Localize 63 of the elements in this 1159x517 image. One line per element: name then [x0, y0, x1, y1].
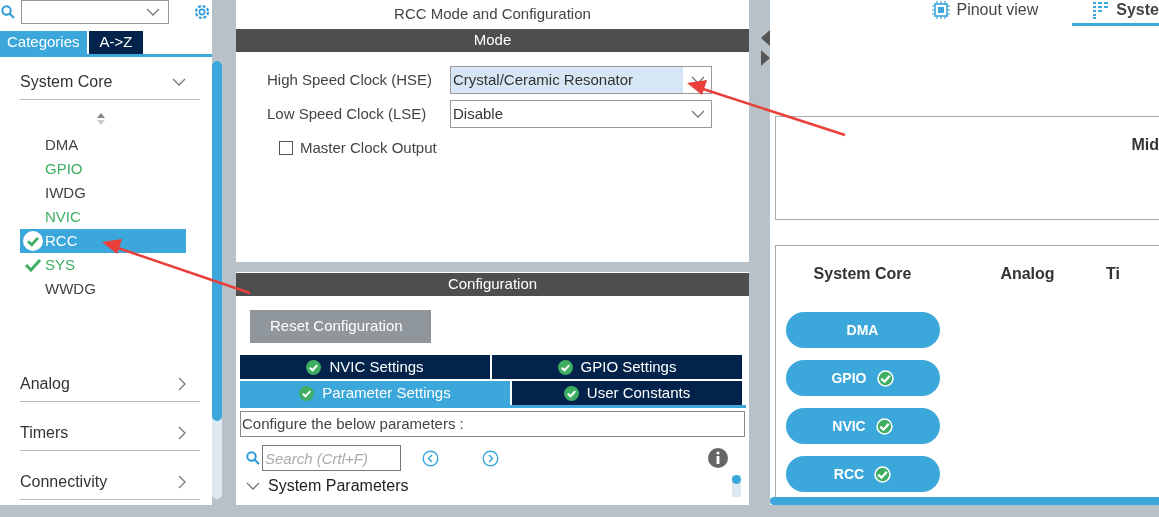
group-header[interactable]: System Parameters — [246, 475, 426, 497]
description-field: Configure the below parameters : — [240, 411, 745, 437]
chevron-down-icon — [172, 78, 186, 86]
category-label: Analog — [20, 374, 70, 394]
column-title: Ti — [1106, 264, 1120, 284]
next-icon[interactable] — [482, 449, 499, 467]
check-circle-icon — [299, 385, 315, 401]
dropdown-field[interactable]: Crystal/Ceramic Resonator — [450, 66, 712, 94]
group-label: System Parameters — [268, 476, 409, 496]
scrollbar[interactable] — [732, 475, 741, 497]
check-circle-icon — [876, 369, 894, 387]
chevron-right-icon — [178, 377, 186, 391]
check-circle-icon — [306, 359, 322, 375]
checkbox[interactable] — [279, 141, 293, 155]
category-header[interactable]: Analog — [20, 353, 200, 402]
view-tab[interactable]: Pinout view — [932, 0, 1039, 26]
section-header: Configuration — [236, 273, 749, 296]
category-header[interactable]: Connectivity — [20, 451, 200, 500]
category-header[interactable]: Timers — [20, 402, 200, 451]
field-label: High Speed Clock (HSE) — [267, 69, 434, 90]
category-header[interactable]: System Core — [20, 51, 200, 100]
view-tab[interactable]: Syste — [1072, 0, 1159, 26]
search-field[interactable]: Search (Crtl+F) — [262, 445, 401, 471]
chevron-down-icon — [691, 110, 705, 118]
check-circle-icon — [557, 359, 573, 375]
column-title: System Core — [813, 264, 912, 284]
panel-title: RCC Mode and Configuration — [393, 4, 592, 25]
settings-tab[interactable]: User Constants — [512, 381, 742, 405]
chevron-down-icon — [146, 8, 160, 16]
horizontal-scrollbar[interactable] — [770, 497, 1159, 505]
check-circle-icon — [563, 385, 579, 401]
category-label: Timers — [20, 423, 69, 443]
sort-icon[interactable] — [96, 112, 106, 126]
checkmark-icon — [23, 258, 42, 272]
box-title: Mid — [1131, 135, 1159, 155]
check-circle-icon — [874, 465, 892, 483]
search-icon — [1, 5, 15, 19]
search-dropdown[interactable] — [21, 0, 169, 24]
chip-icon — [932, 0, 951, 19]
chevron-right-icon — [178, 426, 186, 440]
chevron-down-icon — [246, 482, 260, 490]
check-circle-icon — [22, 231, 43, 251]
peripheral-item[interactable]: DMA — [20, 133, 186, 157]
section-header: Mode — [236, 29, 749, 52]
scrollbar[interactable] — [212, 61, 222, 499]
info-icon[interactable] — [708, 448, 728, 468]
previous-icon[interactable] — [422, 449, 439, 467]
settings-icon[interactable] — [192, 2, 212, 22]
field-label: Low Speed Clock (LSE) — [267, 103, 428, 124]
list-icon — [1092, 0, 1111, 19]
sidebar-tab[interactable]: A->Z — [88, 31, 144, 54]
peripheral-item[interactable]: IWDG — [20, 181, 186, 205]
checkbox-label: Master Clock Output — [300, 137, 437, 158]
settings-tab[interactable]: GPIO Settings — [492, 355, 742, 379]
category-label: System Core — [20, 72, 113, 92]
check-circle-icon — [875, 417, 893, 435]
search-icon — [246, 451, 260, 465]
dropdown-field[interactable]: Disable — [450, 100, 712, 128]
peripheral-item[interactable]: WWDG — [20, 277, 186, 301]
chevron-right-icon — [178, 475, 186, 489]
settings-tab[interactable]: NVIC Settings — [240, 355, 490, 379]
column-title: Analog — [1000, 264, 1055, 284]
category-label: Connectivity — [20, 472, 108, 492]
